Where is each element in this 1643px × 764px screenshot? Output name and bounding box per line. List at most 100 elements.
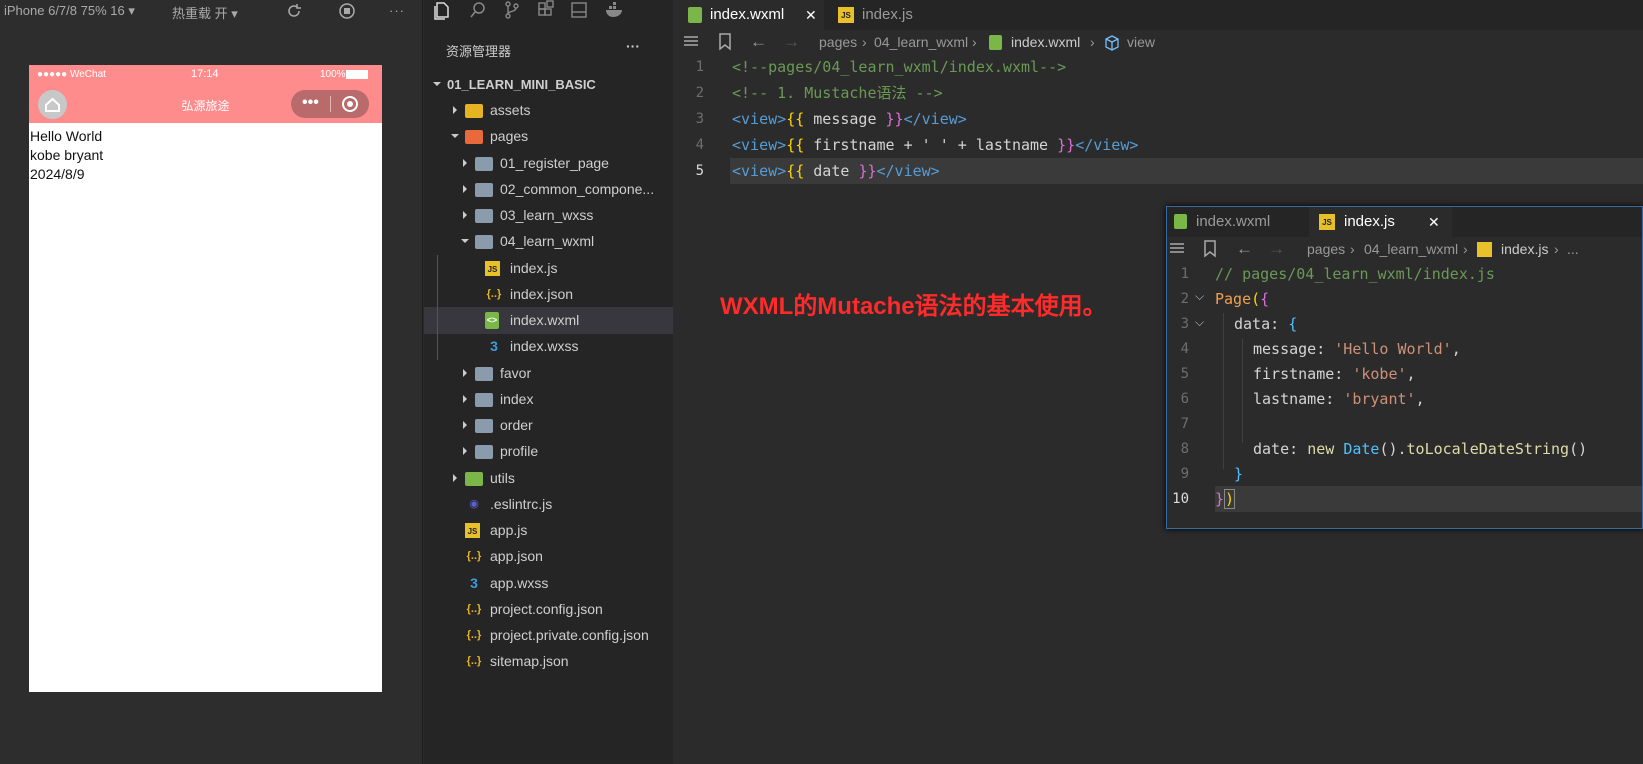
rotate-icon[interactable] [285,2,303,20]
tab-index-js[interactable]: JS index.js ✕ [1309,207,1452,237]
tree-item[interactable]: JS index.js [424,255,673,282]
forward-icon[interactable]: → [1268,239,1285,259]
tree-item[interactable]: ◉ .eslintrc.js [424,491,673,518]
data-key: data [1234,315,1271,333]
folder-icon [475,156,493,171]
list-icon[interactable] [683,34,699,50]
breadcrumb-pages[interactable]: pages [819,34,857,50]
breadcrumb-file[interactable]: index.wxml [1011,34,1080,50]
message-val: 'Hello World' [1334,340,1452,358]
fold-chevron-icon[interactable]: ⌵ [1195,289,1204,304]
bookmark-icon[interactable] [718,33,732,51]
tree-item-label: sitemap.json [490,653,569,670]
wxml-file-icon [1174,214,1187,229]
tree-item[interactable]: 01_register_page [424,150,673,177]
status-signal: ●●●●● WeChat [37,69,106,80]
line-number: 10 [1172,491,1189,507]
tree-item[interactable]: utils [424,465,673,492]
tree-item[interactable]: profile [424,438,673,465]
tree-item[interactable]: {..} app.json [424,543,673,570]
back-icon[interactable]: ← [1236,239,1253,259]
line-number: 6 [1180,391,1189,407]
stop-icon[interactable] [338,2,356,20]
expr: firstname + ' ' + lastname [804,136,1058,154]
capsule-menu-icon[interactable]: ••• [302,94,319,112]
tree-item[interactable]: <> index.wxml [424,307,673,334]
breadcrumb-symbol[interactable]: view [1127,34,1155,50]
page-fn: Page [1215,290,1252,308]
tree-item-label: app.wxss [490,574,549,591]
tab-label: index.wxml [710,6,785,23]
explorer-more-icon[interactable]: ··· [626,38,640,54]
breadcrumb-more[interactable]: ... [1567,241,1579,257]
tree-item[interactable]: JS app.js [424,517,673,544]
tree-item-label: order [500,417,533,433]
back-icon[interactable]: ← [750,32,767,52]
tag-open: <view> [732,136,787,154]
firstname-key: firstname [1253,365,1335,383]
tree-item[interactable]: index [424,386,673,413]
tab-index-wxml[interactable]: index.wxml ✕ [674,0,824,30]
list-icon[interactable] [1169,241,1185,257]
capsule-divider [330,96,331,112]
forward-icon[interactable]: → [783,32,800,52]
breadcrumb-pages[interactable]: pages [1307,241,1345,257]
simulator-toolbar: iPhone 6/7/8 75% 16 ▾ 热重载 开 ▾ ··· [0,0,423,22]
tree-item[interactable]: {..} project.config.json [424,596,673,623]
content-line-date: 2024/8/9 [30,166,85,182]
tab-index-js[interactable]: JS index.js [824,0,974,30]
hot-reload-toggle[interactable]: 热重载 开 ▾ [172,3,238,22]
editor-tab-bar: index.wxml ✕ JS index.js [674,0,1643,30]
tree-item[interactable]: order [424,412,673,439]
breadcrumb-file[interactable]: index.js [1501,241,1548,257]
tree-item[interactable]: 04_learn_wxml [424,228,673,255]
new-kw: new [1307,440,1335,458]
tree-item-label: app.js [490,522,528,538]
project-name: 01_LEARN_MINI_BASIC [447,77,596,92]
close-icon[interactable]: ✕ [805,0,817,30]
tree-item-label: index.js [510,259,558,276]
tree-item[interactable]: assets [424,97,673,124]
more-icon[interactable]: ··· [389,3,405,18]
tree-item[interactable]: 03_learn_wxss [424,202,673,229]
capsule-close-icon[interactable] [341,95,359,113]
eslint-file-icon: ◉ [469,497,479,510]
tree-item[interactable]: {..} index.json [424,281,673,308]
overlay-code-area[interactable]: 1 2 3 4 5 6 7 8 9 10 ⌵ ⌵ // pages/04_learn_wxml/i… [1167,261,1642,529]
tree-item-label: index [500,390,534,407]
json-file-icon: {..} [466,602,482,615]
line-number: 5 [695,163,704,179]
tree-item[interactable]: {..} sitemap.json [424,648,673,675]
tree-item[interactable]: 3 index.wxss [424,333,673,360]
js-line-9: } [1234,465,1244,483]
tree-item[interactable]: pages [424,123,673,150]
line-number: 5 [1180,366,1189,382]
close-icon[interactable]: ✕ [1428,207,1440,237]
capsule-button[interactable]: ••• [291,90,369,118]
fold-chevron-icon[interactable]: ⌵ [1195,315,1204,330]
breadcrumb-folder[interactable]: 04_learn_wxml [1364,241,1458,257]
folder-utils-icon [465,471,483,486]
expr: message [804,110,886,128]
line-number: 4 [1180,341,1189,357]
tree-item-label: favor [500,364,532,381]
js-editor-overlay: index.wxml JS index.js ✕ ← → pages › 04_… [1166,206,1643,529]
js-line-4: message: 'Hello World', [1253,340,1461,358]
project-root[interactable]: 01_LEARN_MINI_BASIC [424,71,673,98]
tab-index-wxml[interactable]: index.wxml [1167,207,1309,237]
chevron-right-icon [460,420,470,430]
device-select[interactable]: iPhone 6/7/8 75% 16 ▾ [4,3,135,19]
js-line-1: // pages/04_learn_wxml/index.js [1215,265,1495,283]
breadcrumb-folder[interactable]: 04_learn_wxml [874,34,968,50]
tree-item[interactable]: 02_common_compone... [424,176,673,203]
line-number: 1 [695,59,704,75]
tree-item[interactable]: 3 app.wxss [424,570,673,597]
bookmark-icon[interactable] [1203,240,1217,258]
expr: date [804,162,859,180]
tree-item[interactable]: {..} project.private.config.json [424,622,673,649]
indent-guide [1242,339,1243,443]
tag-close: </view> [876,162,940,180]
breadcrumb: ← → pages › 04_learn_wxml › index.wxml ›… [674,30,1643,54]
tree-item[interactable]: favor [424,360,673,387]
wxml-file-icon [688,7,702,23]
